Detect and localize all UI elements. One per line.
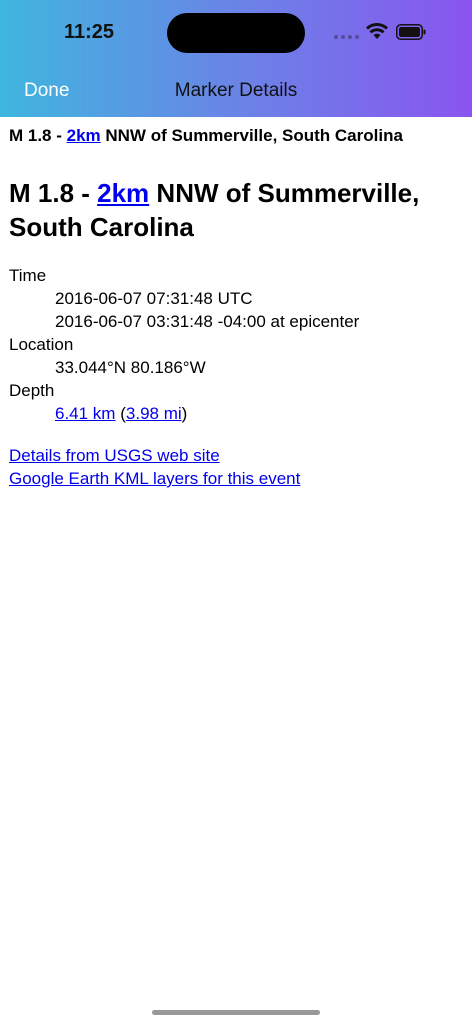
depth-label: Depth xyxy=(9,381,55,400)
time-local: 2016-06-07 03:31:48 -04:00 at epicenter xyxy=(55,312,360,331)
distance-link-large[interactable]: 2km xyxy=(97,178,149,208)
distance-link-small[interactable]: 2km xyxy=(67,126,101,145)
dynamic-island xyxy=(167,13,305,53)
cellular-signal-icon xyxy=(334,35,359,39)
event-title-large: M 1.8 - 2km NNW of Summerville, South Ca… xyxy=(9,176,464,244)
usgs-details-link[interactable]: Details from USGS web site xyxy=(9,444,464,467)
navigation-header: 11:25 Done Marker Details xyxy=(0,0,472,117)
marker-details-content: M 1.8 - 2km NNW of Summerville, South Ca… xyxy=(9,125,464,490)
kml-layers-link[interactable]: Google Earth KML layers for this event xyxy=(9,467,464,490)
depth-km-link[interactable]: 6.41 km xyxy=(55,404,115,423)
depth-value: 6.41 km (3.98 mi) xyxy=(55,402,464,425)
location-value: 33.044°N 80.186°W xyxy=(55,358,206,377)
event-details-list: Time 2016-06-07 07:31:48 UTC 2016-06-07 … xyxy=(9,264,464,425)
event-title-small: M 1.8 - 2km NNW of Summerville, South Ca… xyxy=(9,125,464,147)
location-label: Location xyxy=(9,335,74,354)
time-utc: 2016-06-07 07:31:48 UTC xyxy=(55,289,253,308)
battery-icon xyxy=(396,24,426,40)
magnitude-text: M 1.8 - xyxy=(9,178,98,208)
time-label: Time xyxy=(9,266,47,285)
magnitude-text: M 1.8 - xyxy=(9,126,67,145)
nav-title: Marker Details xyxy=(174,80,298,101)
home-indicator[interactable] xyxy=(152,1010,320,1015)
wifi-icon xyxy=(366,23,388,39)
status-time: 11:25 xyxy=(64,21,115,43)
external-links: Details from USGS web site Google Earth … xyxy=(9,444,464,490)
place-text: NNW of Summerville, South Carolina xyxy=(100,126,403,145)
depth-mi-link[interactable]: 3.98 mi xyxy=(126,404,182,423)
paren-close: ) xyxy=(181,404,188,423)
